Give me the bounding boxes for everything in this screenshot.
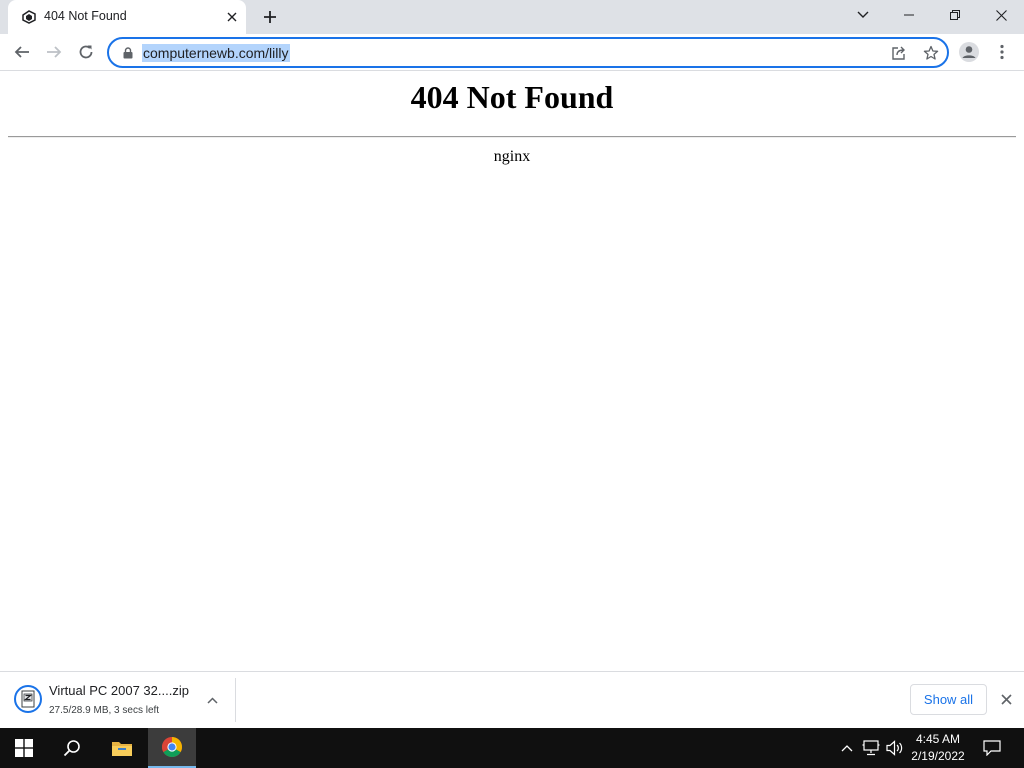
download-filename: Virtual PC 2007 32....zip (49, 683, 189, 698)
download-status: 27.5/28.9 MB, 3 secs left (49, 705, 160, 716)
menu-icon[interactable] (989, 39, 1015, 65)
page-heading: 404 Not Found (410, 79, 614, 115)
clock-date: 2/19/2022 (911, 749, 965, 763)
show-hidden-icon[interactable] (838, 728, 856, 768)
url-text[interactable]: computernewb.com/lilly (142, 44, 290, 62)
volume-icon[interactable] (884, 728, 906, 768)
browser-tab[interactable]: 404 Not Found (8, 0, 246, 34)
minimize-icon[interactable] (886, 0, 932, 30)
restore-icon[interactable] (932, 0, 978, 30)
file-explorer-icon[interactable] (98, 728, 146, 768)
page-favicon-icon (20, 8, 38, 26)
star-icon[interactable] (922, 44, 940, 62)
network-icon[interactable] (860, 728, 882, 768)
share-icon[interactable] (890, 44, 908, 62)
notification-icon[interactable] (978, 728, 1006, 768)
tab-title: 404 Not Found (44, 9, 127, 23)
tab-close-icon[interactable] (224, 9, 240, 25)
close-shelf-icon[interactable] (998, 691, 1014, 707)
taskbar: 4:45 AM 2/19/2022 (0, 728, 1024, 768)
zip-file-icon (14, 685, 42, 713)
tab-strip: 404 Not Found (0, 0, 1024, 34)
download-item[interactable]: Virtual PC 2007 32....zip 27.5/28.9 MB, … (8, 678, 236, 722)
back-icon[interactable] (9, 39, 35, 65)
download-shelf: Virtual PC 2007 32....zip 27.5/28.9 MB, … (0, 671, 1024, 728)
reload-icon[interactable] (73, 39, 99, 65)
close-icon[interactable] (978, 0, 1024, 30)
forward-icon[interactable] (41, 39, 67, 65)
search-icon[interactable] (48, 728, 96, 768)
system-clock[interactable]: 4:45 AM 2/19/2022 (904, 731, 972, 765)
lock-icon[interactable] (121, 46, 135, 60)
page-content: 404 Not Found nginx (0, 72, 1024, 671)
address-bar[interactable]: computernewb.com/lilly (107, 37, 949, 68)
show-all-button[interactable]: Show all (910, 684, 987, 715)
browser-toolbar: computernewb.com/lilly (0, 34, 1024, 71)
windows-start-icon[interactable] (0, 728, 48, 768)
chrome-icon[interactable] (148, 728, 196, 768)
server-name: nginx (493, 148, 531, 165)
tab-search-icon[interactable] (840, 0, 886, 30)
divider (8, 136, 1016, 138)
new-tab-icon[interactable] (260, 7, 280, 27)
chevron-up-icon[interactable] (204, 692, 220, 708)
profile-icon[interactable] (956, 39, 982, 65)
clock-time: 4:45 AM (915, 732, 961, 746)
